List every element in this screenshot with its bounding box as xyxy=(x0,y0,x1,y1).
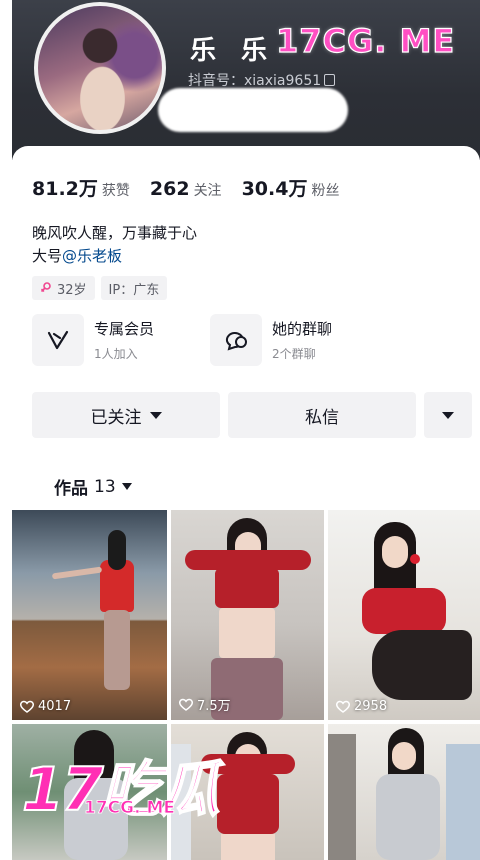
stat-value: 30.4万 xyxy=(241,178,308,200)
watermark-bottom: 17吃瓜 17CG. ME xyxy=(21,759,220,821)
stat-label: 获赞 xyxy=(101,183,130,199)
bio-prefix: 大号 xyxy=(32,247,63,265)
thumbnail-figure xyxy=(217,774,279,834)
mention-link[interactable]: @乐老板 xyxy=(62,247,122,265)
avatar-image xyxy=(38,6,162,130)
stat-followers[interactable]: 30.4万 粉丝 xyxy=(242,174,340,201)
more-button[interactable] xyxy=(424,392,472,438)
profile-card: 81.2万 获赞 262 关注 30.4万 粉丝 晚风吹人醒，万事藏于心 大号@… xyxy=(12,146,480,860)
thumbnail-figure xyxy=(51,566,103,580)
stat-label: 粉丝 xyxy=(311,183,340,199)
ip-tag: IP：广东 xyxy=(100,276,168,300)
stats-row: 81.2万 获赞 262 关注 30.4万 粉丝 xyxy=(32,174,359,201)
like-count-text: 2958 xyxy=(354,699,388,714)
followed-button[interactable]: 已关注 xyxy=(32,392,220,438)
thumbnail-figure xyxy=(215,568,279,608)
watermark-url: 17CG. ME xyxy=(84,798,176,819)
age-tag: 32岁 xyxy=(32,276,95,300)
like-count: 7.5万 xyxy=(179,695,231,714)
message-label: 私信 xyxy=(305,407,339,428)
like-count-text: 4017 xyxy=(38,699,72,714)
video-thumbnail[interactable] xyxy=(328,724,480,860)
profile-tags: 32岁 IP：广东 xyxy=(32,276,173,300)
profile-header: 乐 乐 抖音号：xiaxia9651 17CG. ME xyxy=(12,0,480,160)
stat-likes[interactable]: 81.2万 获赞 xyxy=(32,174,130,201)
stat-label: 关注 xyxy=(193,183,222,199)
thumbnail-figure xyxy=(376,774,440,860)
membership-text: 专属会员 1人加入 xyxy=(94,318,154,362)
caret-down-icon xyxy=(121,483,132,490)
thumbnail-figure xyxy=(410,554,420,564)
female-icon xyxy=(40,281,52,296)
bio-line: 晚风吹人醒，万事藏于心 xyxy=(32,224,198,242)
stat-value: 262 xyxy=(149,178,190,200)
douyin-id-text: 抖音号：xiaxia9651 xyxy=(188,73,322,89)
like-count-text: 7.5万 xyxy=(197,699,231,714)
redaction-blob xyxy=(158,88,348,132)
group-chat-icon-box xyxy=(210,314,262,366)
ip-text: IP：广东 xyxy=(108,282,160,298)
features-row: 专属会员 1人加入 她的群聊 2个群聊 xyxy=(32,314,388,366)
group-chat-icon xyxy=(225,332,247,351)
thumbnail-figure xyxy=(104,610,130,690)
heart-icon xyxy=(336,700,350,713)
feature-title: 专属会员 xyxy=(94,320,155,338)
feature-subtitle: 1人加入 xyxy=(94,347,138,361)
video-thumbnail[interactable]: 2958 xyxy=(328,510,480,720)
bio: 晚风吹人醒，万事藏于心 大号@乐老板 xyxy=(32,222,197,268)
feature-subtitle: 2个群聊 xyxy=(272,347,316,361)
douyin-id[interactable]: 抖音号：xiaxia9651 xyxy=(188,70,336,90)
message-button[interactable]: 私信 xyxy=(228,392,416,438)
watermark-top: 17CG. ME xyxy=(275,21,456,60)
heart-icon xyxy=(20,700,34,713)
followed-label: 已关注 xyxy=(90,407,142,428)
thumbnail-figure xyxy=(185,550,311,570)
username: 乐 乐 xyxy=(190,36,276,66)
thumbnail-figure xyxy=(219,608,275,658)
thumbnail-figure xyxy=(362,588,446,634)
bio-line: 大号@乐老板 xyxy=(32,245,197,268)
stat-value: 81.2万 xyxy=(32,178,98,200)
copy-icon[interactable] xyxy=(324,74,336,86)
group-chat-entry[interactable]: 她的群聊 2个群聊 xyxy=(210,314,388,366)
heart-icon xyxy=(179,698,193,711)
thumbnail-figure xyxy=(221,834,275,860)
feature-title: 她的群聊 xyxy=(272,320,333,338)
membership-icon-box xyxy=(32,314,84,366)
like-count: 2958 xyxy=(336,699,387,714)
avatar[interactable] xyxy=(34,2,166,134)
membership-entry[interactable]: 专属会员 1人加入 xyxy=(32,314,210,366)
video-thumbnail[interactable]: 4017 xyxy=(12,510,167,720)
membership-icon xyxy=(47,330,69,350)
thumbnail-figure xyxy=(446,744,480,860)
thumbnail-figure xyxy=(372,630,472,700)
thumbnail-figure xyxy=(108,530,126,570)
like-count: 4017 xyxy=(20,699,71,714)
works-count: 13 xyxy=(94,476,116,497)
action-buttons: 已关注 私信 xyxy=(32,392,472,438)
stat-following[interactable]: 262 关注 xyxy=(150,178,222,200)
thumbnail-figure xyxy=(328,734,356,860)
thumbnail-figure xyxy=(392,742,416,770)
caret-down-icon xyxy=(442,411,454,419)
caret-down-icon xyxy=(149,411,162,419)
group-chat-text: 她的群聊 2个群聊 xyxy=(272,318,332,362)
works-label: 作品 xyxy=(54,479,88,499)
thumbnail-figure xyxy=(382,536,408,568)
video-thumbnail[interactable]: 7.5万 xyxy=(171,510,324,720)
tab-works[interactable]: 作品 13 xyxy=(54,474,132,499)
age-text: 32岁 xyxy=(57,282,87,298)
